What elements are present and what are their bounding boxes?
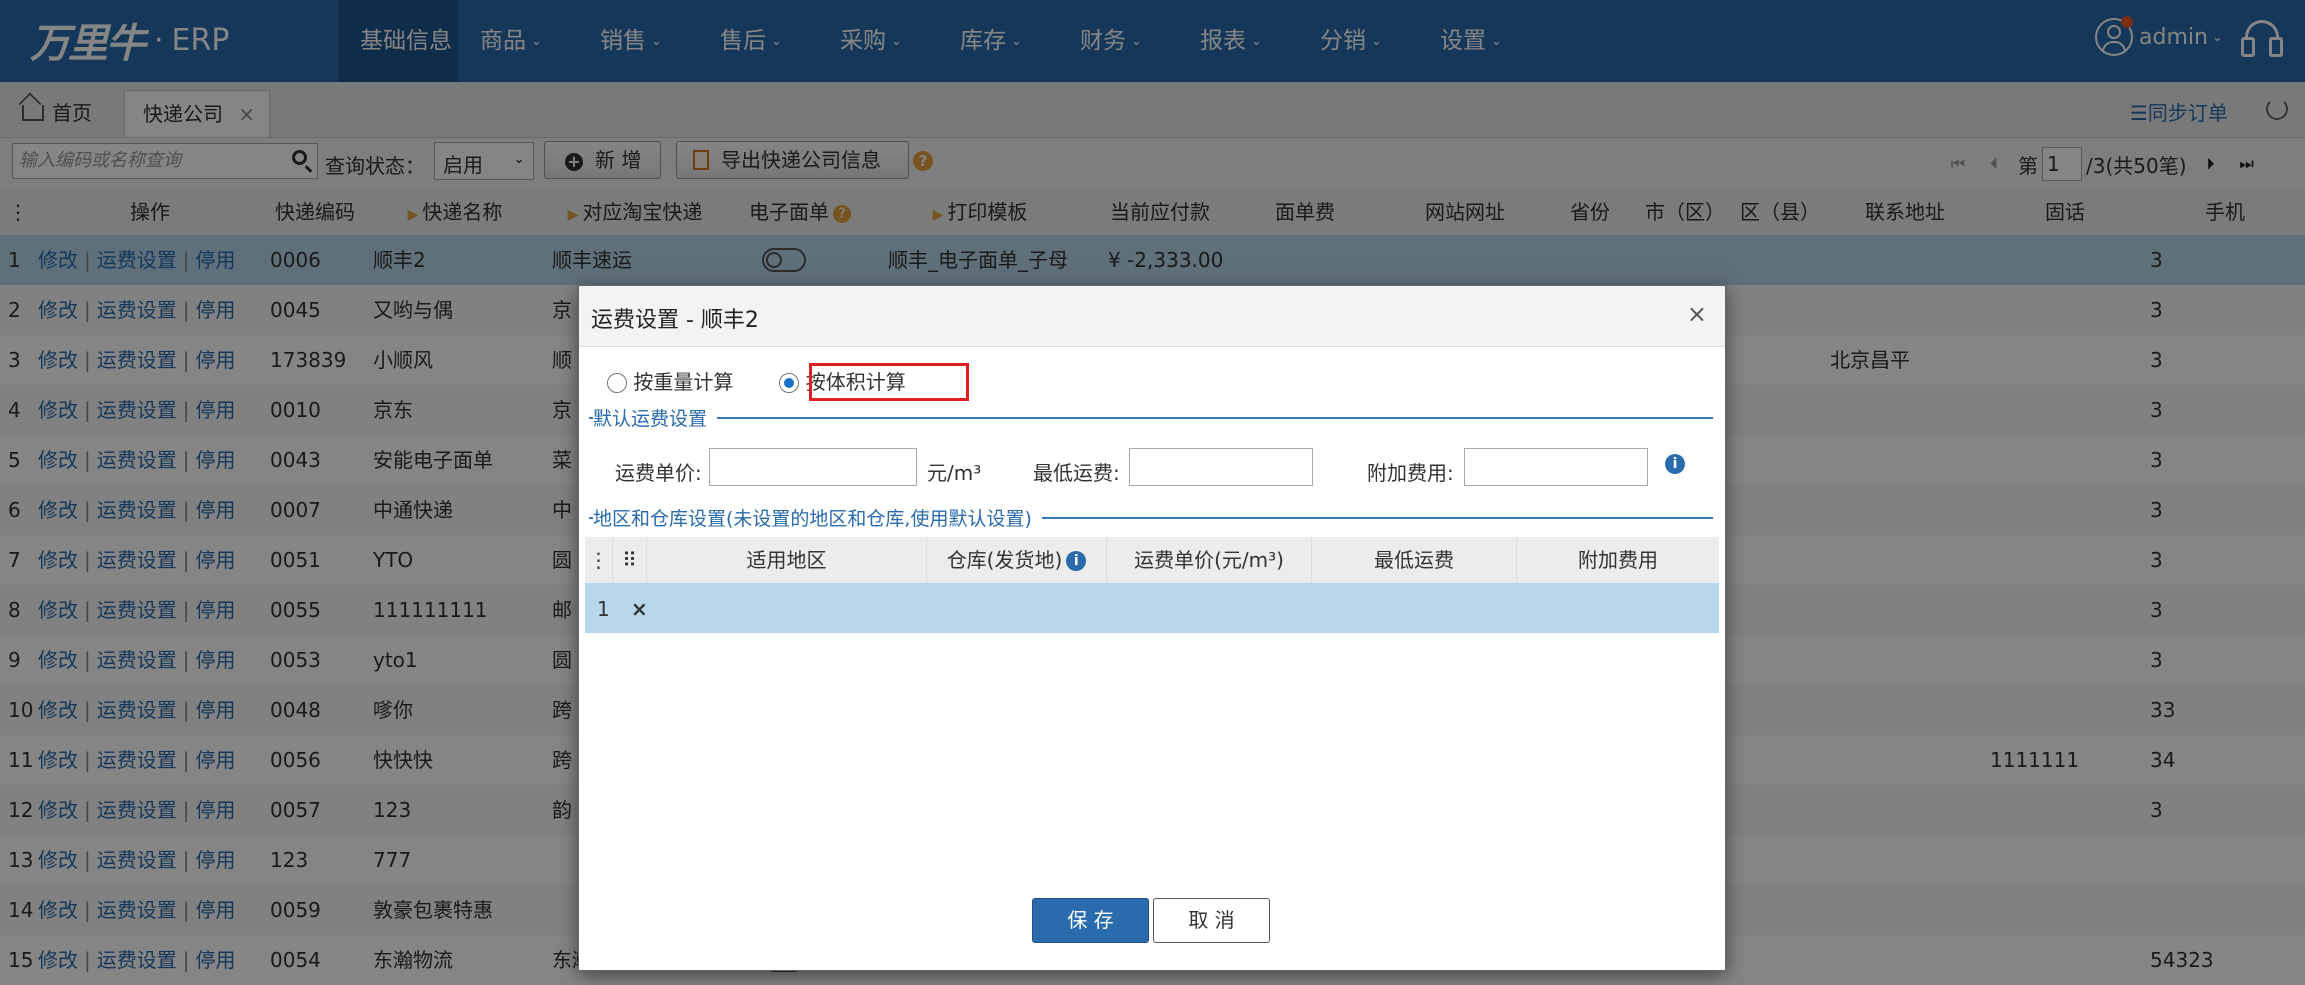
min-fee-input[interactable] [1129, 448, 1313, 486]
col-unit-price: 运费单价(元/m³) [1107, 537, 1312, 583]
unit-suffix: 元/m³ [927, 461, 982, 485]
info-icon[interactable]: i [1066, 551, 1087, 571]
default-settings-legend: 默认运费设置 [593, 404, 718, 431]
region-grid-header: ⋮ ⠿ 适用地区 仓库(发货地) i 运费单价(元/m³) 最低运费 附加费用 [585, 537, 1719, 584]
col-warehouse: 仓库(发货地) i [927, 537, 1107, 583]
dialog-title-bar: 运费设置 - 顺丰2 × [579, 286, 1725, 347]
column-menu-icon[interactable]: ⋮ [585, 537, 613, 583]
col-min-fee: 最低运费 [1312, 537, 1517, 583]
drag-handle-icon[interactable]: ⠿ [613, 537, 647, 583]
info-icon[interactable]: i [1665, 454, 1685, 474]
min-fee-label: 最低运费: [1033, 461, 1120, 485]
radio-by-weight-label: 按重量计算 [633, 370, 734, 394]
dialog-title: 运费设置 - 顺丰2 [591, 308, 759, 333]
unit-price-input[interactable] [709, 448, 917, 486]
freight-settings-dialog: 运费设置 - 顺丰2 × 按重量计算 按体积计算 默认运费设置 运费单价: 元/… [578, 285, 1726, 971]
close-icon[interactable]: × [1687, 300, 1707, 328]
row-number: 1 [597, 597, 610, 621]
save-button[interactable]: 保 存 [1032, 898, 1149, 943]
delete-row-icon[interactable]: × [631, 597, 648, 621]
region-settings-legend: 地区和仓库设置(未设置的地区和仓库,使用默认设置) [593, 504, 1042, 531]
default-fieldset-line [589, 417, 1713, 419]
extra-fee-label: 附加费用: [1367, 461, 1454, 485]
col-warehouse-label: 仓库(发货地) [946, 548, 1063, 572]
region-row[interactable]: 1 × [585, 583, 1719, 633]
radio-circle[interactable] [607, 373, 627, 393]
col-region: 适用地区 [647, 537, 927, 583]
cancel-button[interactable]: 取 消 [1153, 898, 1270, 943]
highlight-box [809, 363, 969, 401]
extra-fee-input[interactable] [1464, 448, 1648, 486]
radio-by-weight[interactable]: 按重量计算 [607, 366, 733, 395]
col-extra-fee: 附加费用 [1578, 548, 1658, 572]
unit-price-label: 运费单价: [615, 461, 702, 485]
radio-circle-checked[interactable] [779, 373, 800, 393]
